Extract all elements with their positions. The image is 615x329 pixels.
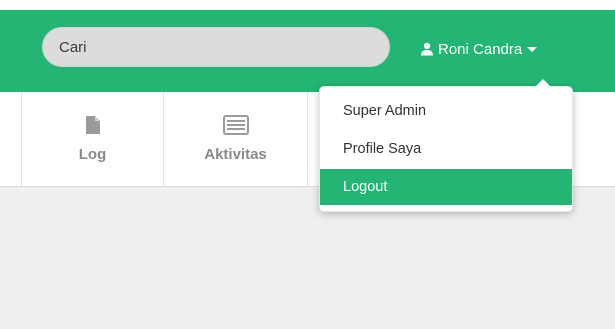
user-dropdown-menu: Super Admin Profile Saya Logout	[319, 79, 573, 212]
menu-item-logout[interactable]: Logout	[320, 169, 572, 205]
user-icon	[420, 42, 434, 56]
user-menu-toggle[interactable]: Roni Candra	[420, 38, 538, 60]
file-icon	[85, 115, 101, 140]
nav-divider	[0, 92, 22, 186]
nav-item-label: Aktivitas	[204, 146, 267, 163]
top-strip	[0, 0, 615, 10]
menu-item-super-admin[interactable]: Super Admin	[320, 93, 572, 129]
list-icon	[222, 115, 249, 140]
nav-item-aktivitas[interactable]: Aktivitas	[164, 92, 308, 186]
nav-item-label: Log	[78, 146, 107, 163]
dropdown-caret	[535, 79, 551, 87]
search-input[interactable]	[42, 27, 390, 67]
app-header: Roni Candra	[0, 10, 615, 92]
nav-item-log[interactable]: Log	[22, 92, 164, 186]
chevron-down-icon	[526, 44, 538, 54]
user-name: Roni Candra	[438, 40, 523, 58]
menu-item-profile-saya[interactable]: Profile Saya	[320, 131, 572, 167]
